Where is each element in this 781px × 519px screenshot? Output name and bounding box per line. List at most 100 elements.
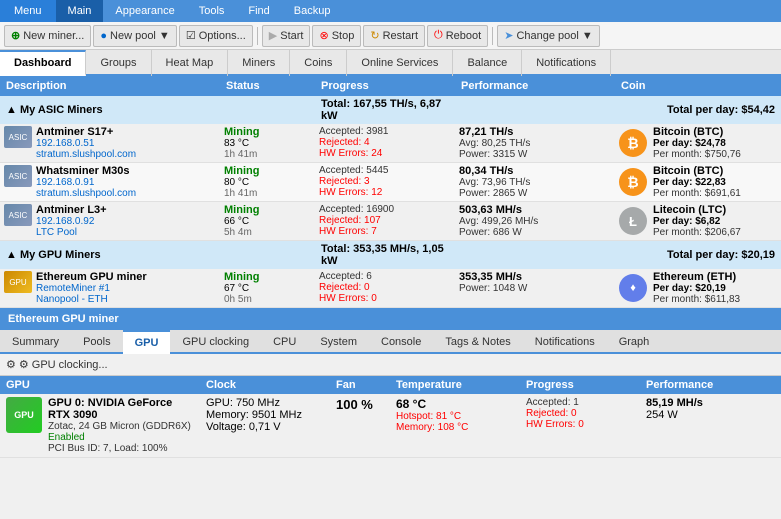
miner-3-ip: 192.168.0.92	[36, 216, 107, 227]
miner-2-uptime: 1h 41m	[224, 188, 311, 199]
gpu-row-status: Enabled	[48, 432, 194, 443]
restart-icon: ↻	[370, 29, 379, 42]
tab-balance[interactable]: Balance	[453, 50, 522, 76]
asic-total-perf	[455, 96, 615, 124]
table-row: GPU Ethereum GPU miner RemoteMiner #1 Na…	[0, 269, 781, 308]
gpu-clocking-button[interactable]: ⚙ ⚙ GPU clocking...	[6, 358, 108, 371]
tab-coins[interactable]: Coins	[290, 50, 347, 76]
main-content-table: Description Status Progress Performance …	[0, 76, 781, 308]
menu-bar: Menu Main Appearance Tools Find Backup	[0, 0, 781, 22]
new-miner-button[interactable]: ⊕ New miner...	[4, 25, 91, 47]
gpu-total: Total: 353,35 MH/s, 1,05 kW	[315, 241, 455, 270]
sub-tab-tags-notes[interactable]: Tags & Notes	[433, 330, 522, 354]
miner-2-coin-day: Per day: $22,83	[653, 177, 741, 188]
sub-tab-pools[interactable]: Pools	[71, 330, 123, 354]
checkbox-icon: ☑	[186, 29, 196, 42]
tab-dashboard[interactable]: Dashboard	[0, 50, 86, 76]
gpu-miner-1-rejected: Rejected: 0	[319, 282, 451, 293]
circle-icon: ●	[100, 30, 107, 42]
separator-2	[492, 27, 493, 45]
gpu-card-icon: GPU	[6, 397, 42, 433]
menu-find-item[interactable]: Find	[236, 0, 281, 22]
menu-backup-item[interactable]: Backup	[282, 0, 343, 22]
miner-3-rejected: Rejected: 107	[319, 215, 451, 226]
sub-tab-summary[interactable]: Summary	[0, 330, 71, 354]
miner-3-accepted: Accepted: 16900	[319, 204, 451, 215]
gpu-perf-w: 254 W	[646, 409, 775, 421]
tab-heatmap[interactable]: Heat Map	[152, 50, 229, 76]
tab-online-services[interactable]: Online Services	[347, 50, 453, 76]
gpu-row-hw-errors: HW Errors: 0	[526, 419, 634, 430]
gpu-miner-icon: GPU	[4, 271, 32, 293]
asic-section-label: ▲ My ASIC Miners	[0, 96, 315, 124]
table-row: ASIC Whatsminer M30s 192.168.0.91 stratu…	[0, 163, 781, 202]
sub-tab-system[interactable]: System	[308, 330, 369, 354]
gpu-temp-hot: Hotspot: 81 °C	[396, 411, 514, 422]
miner-2-accepted: Accepted: 5445	[319, 165, 451, 176]
stop-button[interactable]: ⊗ Stop	[312, 25, 361, 47]
miner-2-performance: 80,34 TH/s Avg: 73,96 TH/s Power: 2865 W	[455, 163, 615, 202]
gpu-clock-mem: Memory: 9501 MHz	[206, 409, 324, 421]
miner-2-ip: 192.168.0.91	[36, 177, 136, 188]
menu-main-item[interactable]: Main	[56, 0, 104, 22]
miner-2-status: Mining 80 °C 1h 41m	[220, 163, 315, 202]
miner-1-status: Mining 83 °C 1h 41m	[220, 124, 315, 163]
menu-menu-item[interactable]: Menu	[0, 0, 56, 22]
miner-3-status-label: Mining	[224, 204, 311, 216]
sub-tab-cpu[interactable]: CPU	[261, 330, 308, 354]
menu-appearance-item[interactable]: Appearance	[103, 0, 186, 22]
miner-2-temp: 80 °C	[224, 177, 311, 188]
change-pool-button[interactable]: ➤ Change pool ▼	[497, 25, 600, 47]
new-pool-button[interactable]: ● New pool ▼	[93, 25, 176, 47]
menu-tools-item[interactable]: Tools	[187, 0, 237, 22]
sub-tab-gpu-clocking[interactable]: GPU clocking	[170, 330, 261, 354]
start-button[interactable]: ▶ Start	[262, 25, 311, 47]
options-button[interactable]: ☑ Options...	[179, 25, 253, 47]
col-header-status: Status	[220, 76, 315, 96]
miner-3-coin-name: Litecoin (LTC)	[653, 204, 741, 216]
gpu-temp-main: 68 °C	[396, 397, 514, 411]
miner-2-perf-power: Power: 2865 W	[459, 188, 611, 199]
gpu-section-label: ▲ My GPU Miners	[0, 241, 315, 270]
miner-1-hw-errors: HW Errors: 24	[319, 148, 451, 159]
miner-2-coin: ₿ Bitcoin (BTC) Per day: $22,83 Per mont…	[615, 163, 781, 202]
col-header-coin: Coin	[615, 76, 781, 96]
gpu-miner-1-accepted: Accepted: 6	[319, 271, 451, 282]
btc-coin-icon: ₿	[619, 129, 647, 157]
tab-notifications[interactable]: Notifications	[522, 50, 611, 76]
sub-tab-notifications[interactable]: Notifications	[523, 330, 607, 354]
restart-button[interactable]: ↻ Restart	[363, 25, 425, 47]
tab-miners[interactable]: Miners	[228, 50, 290, 76]
gpu-miner-1-perf-power: Power: 1048 W	[459, 283, 611, 294]
gpu-miner-1-perf-main: 353,35 MH/s	[459, 271, 611, 283]
miner-3-performance: 503,63 MH/s Avg: 499,26 MH/s Power: 686 …	[455, 202, 615, 241]
asic-miner-icon-2: ASIC	[4, 165, 32, 187]
gpu-row-temp: 68 °C Hotspot: 81 °C Memory: 108 °C	[390, 394, 520, 458]
gpu-miner-1-coin-name: Ethereum (ETH)	[653, 271, 740, 283]
miner-1-rejected: Rejected: 4	[319, 137, 451, 148]
miner-1-performance: 87,21 TH/s Avg: 80,25 TH/s Power: 3315 W	[455, 124, 615, 163]
miner-1-pool: stratum.slushpool.com	[36, 149, 136, 160]
miner-2-perf-main: 80,34 TH/s	[459, 165, 611, 177]
sub-tab-graph[interactable]: Graph	[607, 330, 662, 354]
gpu-miner-1-desc: GPU Ethereum GPU miner RemoteMiner #1 Na…	[0, 269, 220, 308]
reboot-button[interactable]: ⏻ Reboot	[427, 25, 488, 47]
sub-tabs-row: Summary Pools GPU GPU clocking CPU Syste…	[0, 330, 781, 354]
miner-2-pool: stratum.slushpool.com	[36, 188, 136, 199]
gpu-fan-value: 100 %	[336, 397, 373, 412]
miner-3-perf-avg: Avg: 499,26 MH/s	[459, 216, 611, 227]
miner-2-progress: Accepted: 5445 Rejected: 3 HW Errors: 12	[315, 163, 455, 202]
asic-total-day: Total per day: $54,42	[615, 96, 781, 124]
miner-3-pool: LTC Pool	[36, 227, 107, 238]
sub-tab-gpu[interactable]: GPU	[123, 330, 171, 354]
asic-miner-icon: ASIC	[4, 126, 32, 148]
miner-1-coin-day: Per day: $24,78	[653, 138, 741, 149]
btc-coin-icon-2: ₿	[619, 168, 647, 196]
gpu-miner-1-performance: 353,35 MH/s Power: 1048 W	[455, 269, 615, 308]
miner-3-hw-errors: HW Errors: 7	[319, 226, 451, 237]
miner-1-coin-month: Per month: $750,76	[653, 149, 741, 160]
tab-groups[interactable]: Groups	[86, 50, 151, 76]
sub-tab-console[interactable]: Console	[369, 330, 433, 354]
table-row: ASIC Antminer L3+ 192.168.0.92 LTC Pool …	[0, 202, 781, 241]
gpu-miner-1-temp: 67 °C	[224, 283, 311, 294]
